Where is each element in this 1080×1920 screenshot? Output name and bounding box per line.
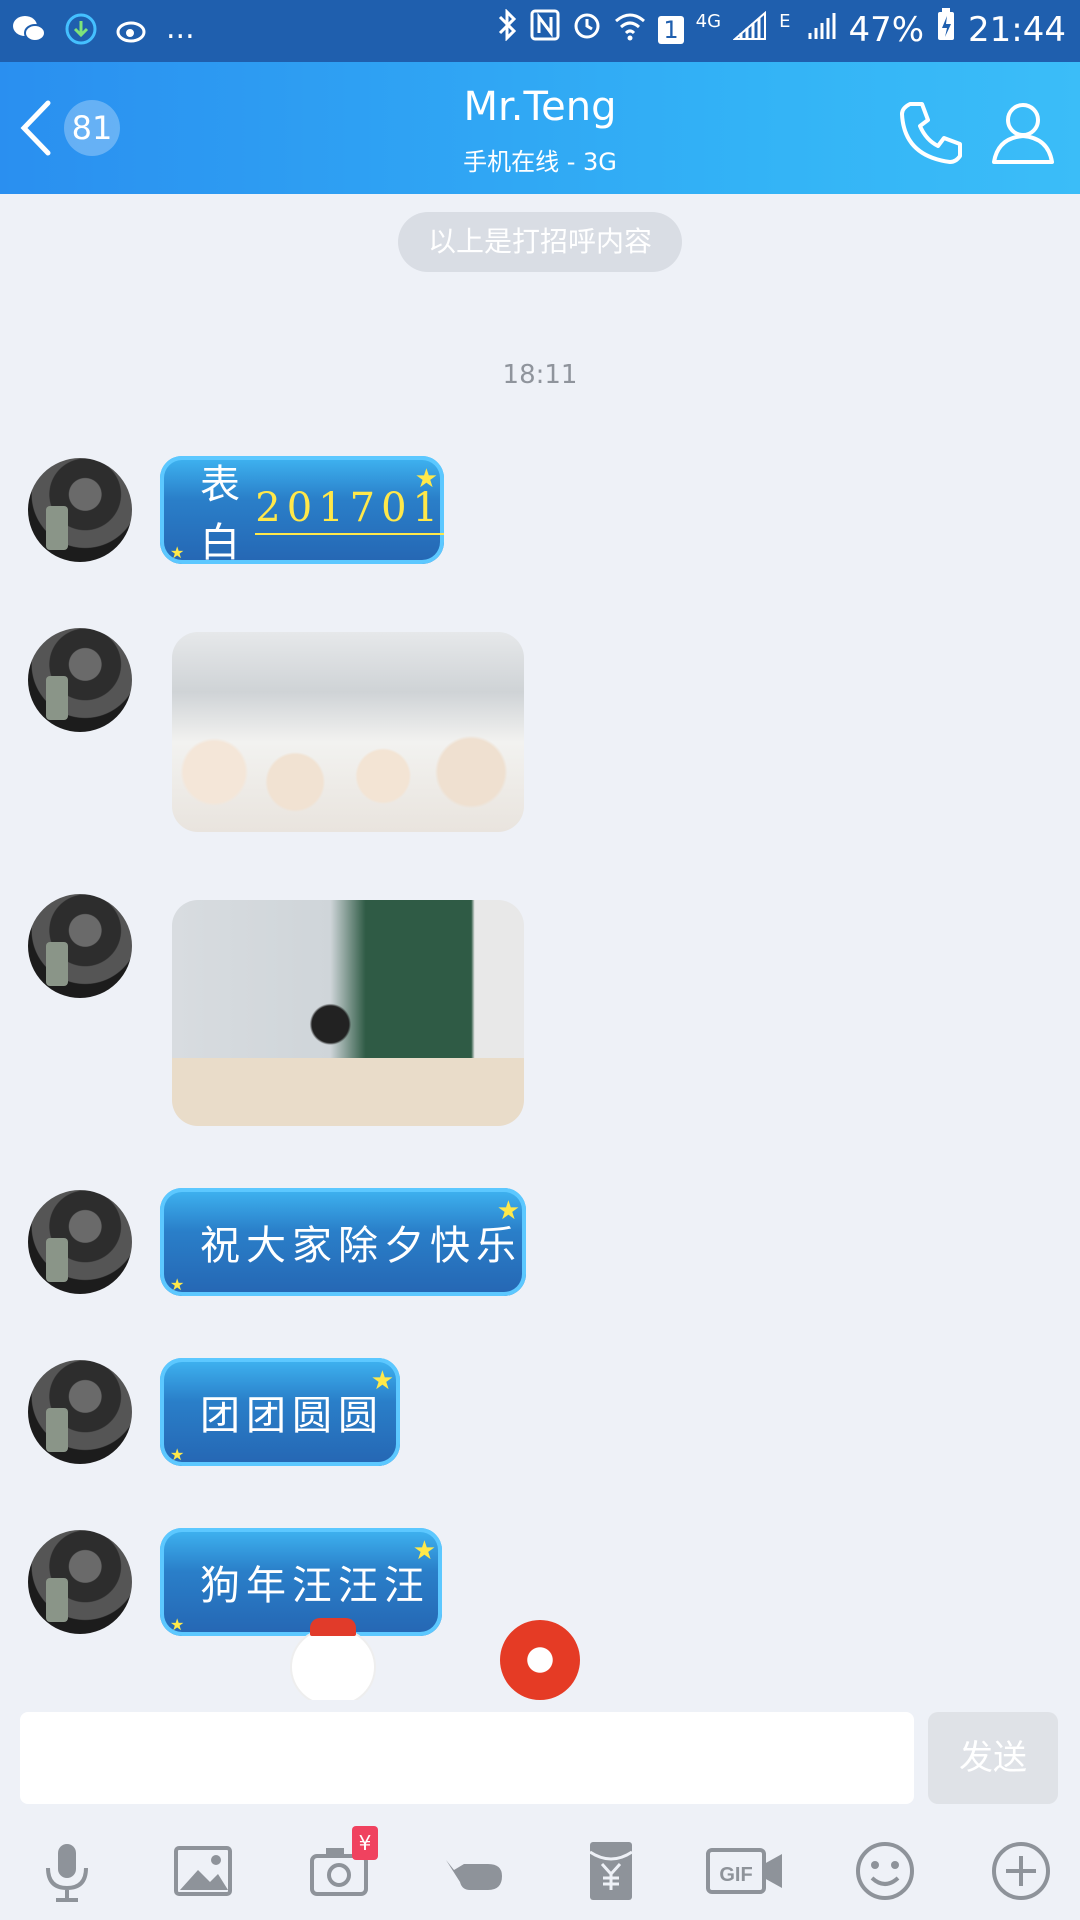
gif-button[interactable]: GIF	[706, 1834, 786, 1908]
contact-avatar[interactable]	[28, 458, 132, 562]
wifi-icon	[614, 10, 646, 50]
weibo-icon	[114, 10, 152, 48]
sim-icon: 1	[658, 15, 684, 44]
chat-toolbar: ¥ GIF	[0, 1820, 1080, 1920]
call-button[interactable]	[896, 96, 966, 166]
contact-avatar[interactable]	[28, 628, 132, 732]
star-icon: ★	[496, 1196, 520, 1226]
status-bar: ... 1 4G E 47% 21:44	[0, 0, 1080, 62]
download-icon	[62, 10, 100, 48]
contact-avatar[interactable]	[28, 1190, 132, 1294]
more-button[interactable]	[984, 1834, 1058, 1908]
message-bubble[interactable]: 表白 201701 ★ ★	[160, 456, 444, 566]
poke-icon	[446, 1860, 502, 1890]
emoji-icon	[856, 1842, 914, 1900]
image-icon	[174, 1846, 232, 1896]
camera-red-badge: ¥	[352, 1826, 378, 1860]
star-icon: ★	[170, 543, 185, 562]
message-input[interactable]	[20, 1712, 914, 1804]
camera-button[interactable]: ¥	[302, 1826, 378, 1908]
input-bar: 发送	[0, 1700, 1080, 1820]
message-text: 团团圆圆	[200, 1393, 384, 1439]
contact-avatar[interactable]	[28, 1530, 132, 1634]
voice-button[interactable]	[30, 1834, 104, 1908]
poke-button[interactable]	[438, 1834, 512, 1908]
emoji-button[interactable]	[848, 1834, 922, 1908]
star-icon: ★	[170, 1615, 185, 1634]
photo-message[interactable]	[172, 900, 524, 1126]
network-type-2: E	[779, 11, 791, 32]
contact-avatar[interactable]	[28, 1360, 132, 1464]
send-button[interactable]: 发送	[928, 1712, 1058, 1804]
chat-header: 81 Mr.Teng 手机在线 - 3G	[0, 62, 1080, 194]
message-timestamp: 18:11	[502, 360, 578, 390]
red-envelope-icon	[589, 1842, 633, 1900]
battery-icon	[936, 8, 956, 51]
star-icon: ★	[170, 1275, 185, 1294]
svg-text:GIF: GIF	[719, 1864, 752, 1886]
wechat-icon	[10, 10, 48, 48]
message-bubble[interactable]: 祝大家除夕快乐 ★ ★	[160, 1188, 526, 1296]
red-envelope-button[interactable]	[574, 1834, 648, 1908]
photo-message[interactable]	[172, 632, 524, 832]
message-bubble[interactable]: 团团圆圆 ★ ★	[160, 1358, 400, 1466]
more-notifications: ...	[166, 11, 195, 46]
system-notice: 以上是打招呼内容	[398, 212, 682, 272]
message-text: 狗年汪汪汪	[200, 1563, 430, 1609]
nfc-icon	[530, 9, 560, 50]
polar-bear-sticker	[292, 1618, 374, 1704]
star-icon: ★	[170, 1445, 185, 1464]
person-icon	[992, 103, 1054, 164]
clock: 21:44	[968, 9, 1066, 50]
bluetooth-icon	[496, 8, 518, 50]
image-button[interactable]	[166, 1834, 240, 1908]
message-text: 祝大家除夕快乐	[200, 1223, 522, 1269]
message-bubble[interactable]: 狗年汪汪汪 ★ ★	[160, 1528, 442, 1636]
contact-avatar[interactable]	[28, 894, 132, 998]
alarm-icon	[572, 9, 602, 50]
plus-icon	[992, 1842, 1050, 1900]
battery-percent: 47%	[848, 9, 925, 50]
microphone-icon	[46, 1844, 88, 1902]
message-text: 表白	[200, 462, 246, 566]
lantern-sticker	[500, 1620, 580, 1700]
gif-icon: GIF	[706, 1848, 782, 1894]
star-icon: ★	[370, 1366, 394, 1396]
star-icon: ★	[414, 464, 438, 494]
network-type: 4G	[695, 11, 722, 32]
phone-icon	[900, 102, 962, 164]
profile-button[interactable]	[988, 96, 1058, 166]
signal-icon	[732, 10, 767, 50]
star-icon: ★	[412, 1536, 436, 1566]
signal-icon-2	[802, 10, 836, 50]
